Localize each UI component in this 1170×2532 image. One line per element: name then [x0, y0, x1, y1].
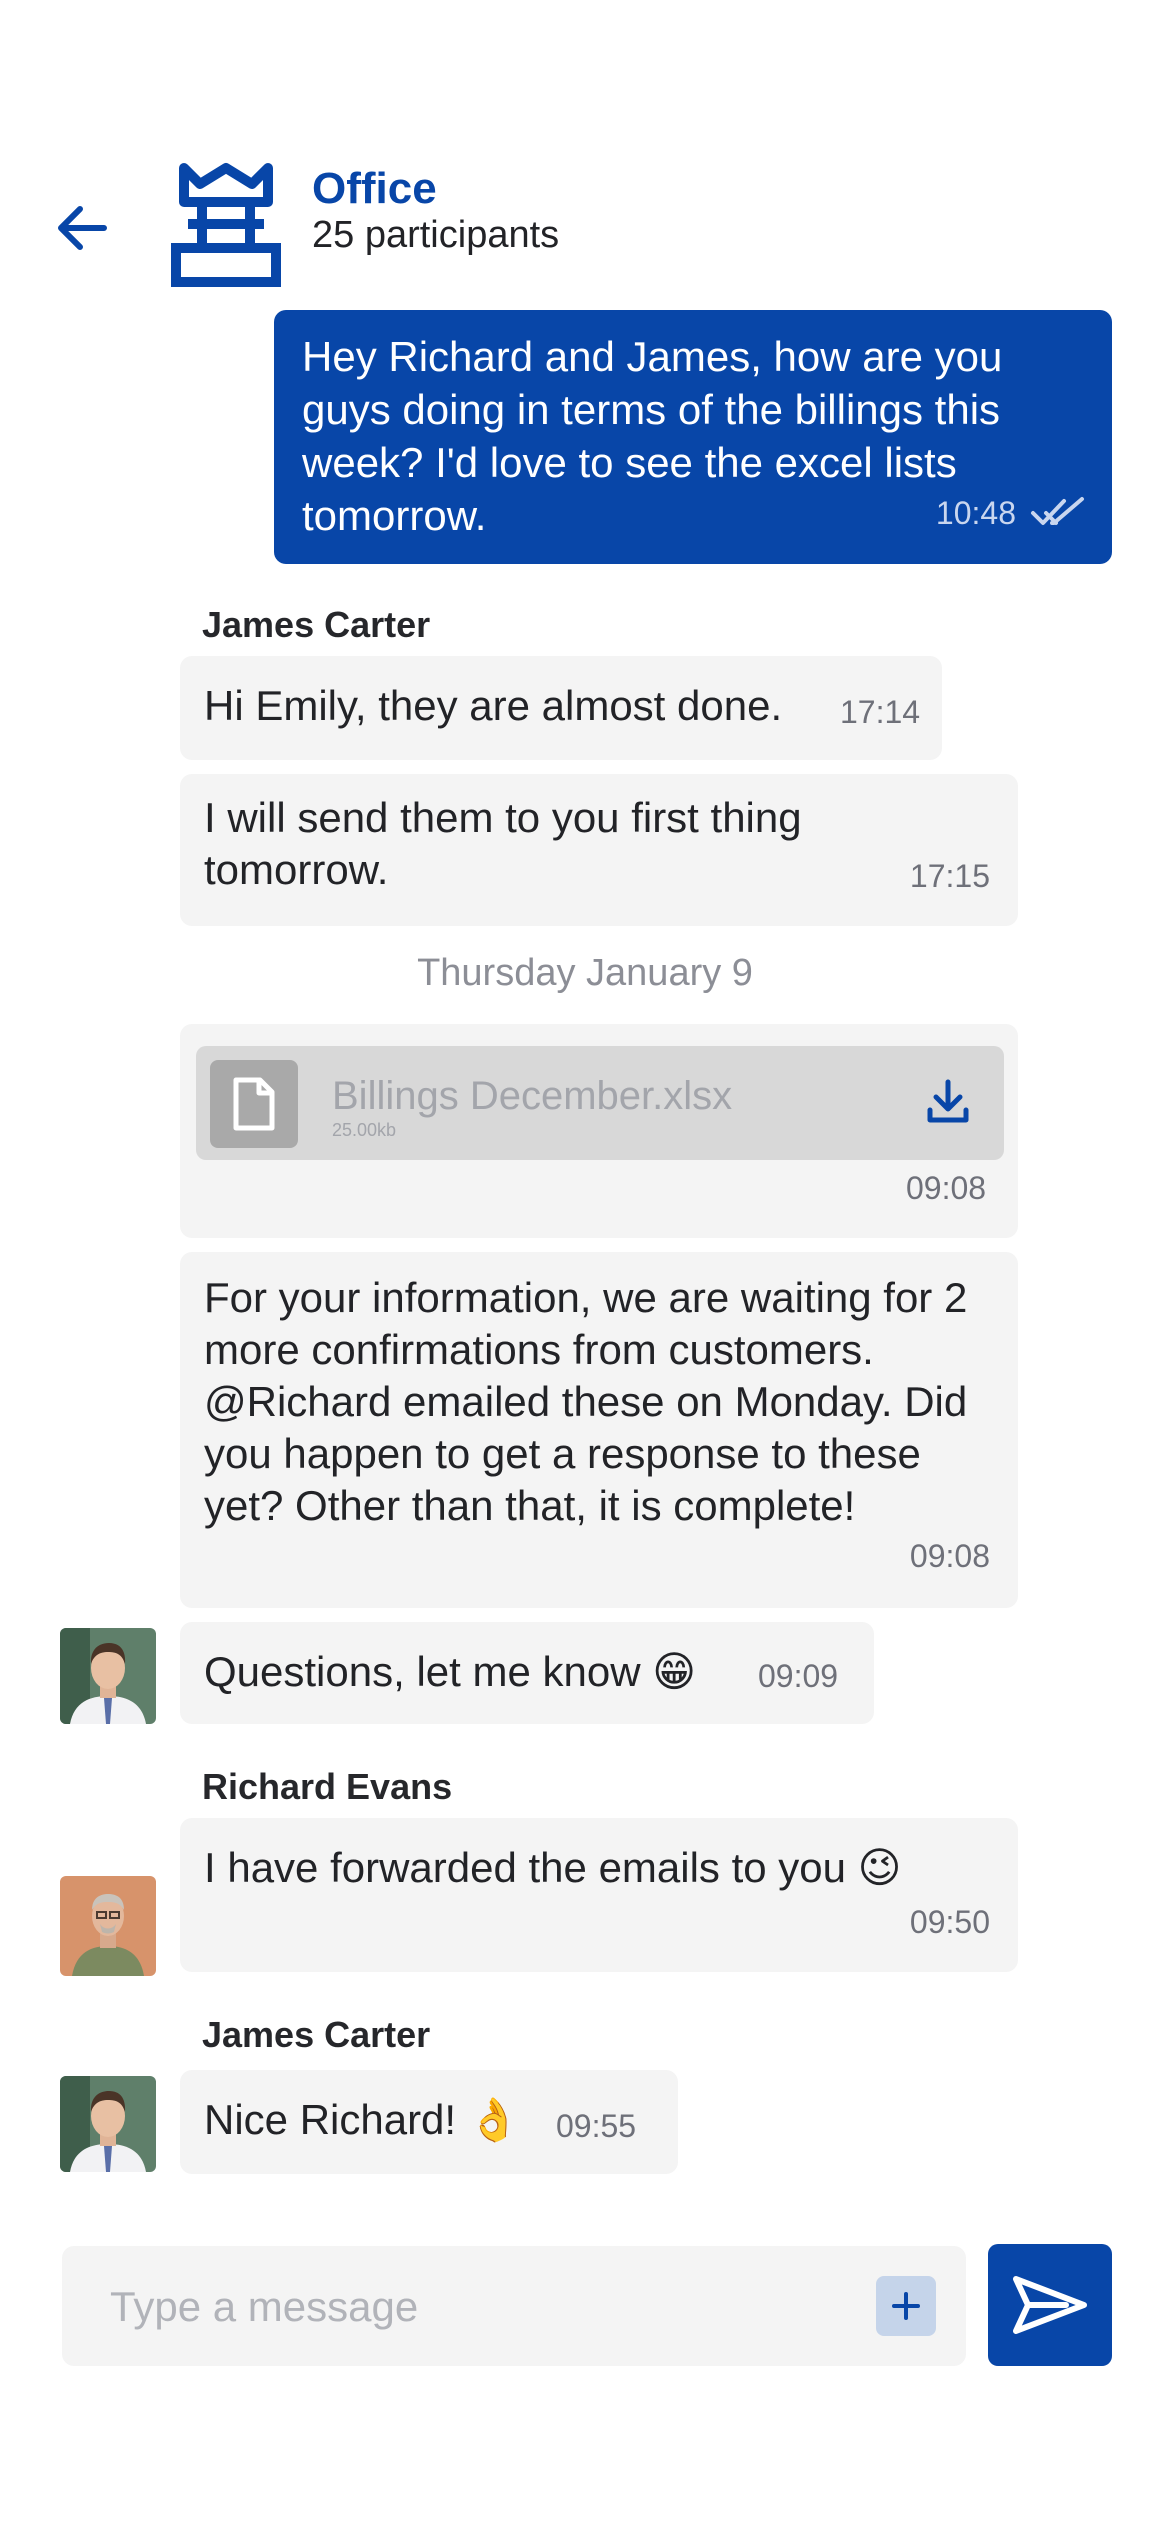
incoming-message-bubble[interactable]: Hi Emily, they are almost done. 17:14: [180, 656, 942, 760]
message-text: For your information, we are waiting for…: [204, 1274, 968, 1529]
document-icon: [210, 1060, 298, 1148]
message-text: Nice Richard! 👌: [204, 2096, 521, 2143]
incoming-message-bubble[interactable]: Questions, let me know 😁 09:09: [180, 1622, 874, 1724]
message-composer: [62, 2246, 966, 2368]
crown-group-icon: [171, 163, 281, 287]
message-time: 09:08: [909, 1538, 990, 1574]
add-attachment-button[interactable]: [876, 2276, 936, 2336]
incoming-message-bubble[interactable]: I will send them to you first thing tomo…: [180, 774, 1018, 926]
message-time: 17:14: [840, 694, 921, 730]
avatar[interactable]: [60, 2076, 156, 2172]
send-button[interactable]: [988, 2244, 1112, 2366]
message-time: 09:55: [556, 2108, 637, 2144]
outgoing-message-bubble[interactable]: Hey Richard and James, how are you guys …: [274, 310, 1112, 564]
avatar[interactable]: [60, 1876, 156, 1976]
sender-name: Richard Evans: [202, 1766, 453, 1807]
sender-name: James Carter: [202, 604, 431, 645]
sender-name: James Carter: [202, 2014, 431, 2055]
file-attachment[interactable]: Billings December.xlsx 25.00kb: [196, 1046, 1004, 1160]
incoming-message-bubble[interactable]: Nice Richard! 👌 09:55: [180, 2070, 678, 2174]
message-text: I have forwarded the emails to you 😉: [204, 1844, 902, 1891]
download-icon[interactable]: [922, 1076, 974, 1128]
message-time: 09:50: [909, 1904, 990, 1940]
avatar[interactable]: [60, 1628, 156, 1724]
double-check-icon: [1030, 495, 1086, 534]
group-avatar[interactable]: [170, 162, 282, 288]
message-input[interactable]: [108, 2246, 852, 2368]
incoming-message-bubble[interactable]: I have forwarded the emails to you 😉 09:…: [180, 1818, 1018, 1972]
message-text: Hi Emily, they are almost done.: [204, 682, 783, 729]
arrow-left-icon: [58, 206, 107, 250]
message-time: 09:08: [906, 1170, 987, 1206]
participants-count: 25 participants: [312, 214, 560, 256]
back-button[interactable]: [44, 190, 120, 266]
message-time: 10:48: [935, 495, 1016, 531]
file-size: 25.00kb: [332, 1120, 397, 1140]
plus-icon: [892, 2292, 920, 2320]
message-time: 09:09: [758, 1658, 839, 1694]
message-text: Questions, let me know 😁: [204, 1648, 696, 1695]
message-text: I will send them to you first thing tomo…: [204, 794, 802, 893]
message-time: 17:15: [909, 858, 990, 894]
send-icon: [1013, 2276, 1087, 2334]
date-separator: Thursday January 9: [417, 952, 753, 994]
incoming-message-bubble[interactable]: For your information, we are waiting for…: [180, 1252, 1018, 1608]
file-name: Billings December.xlsx: [332, 1074, 733, 1118]
chat-title: Office: [312, 164, 437, 213]
